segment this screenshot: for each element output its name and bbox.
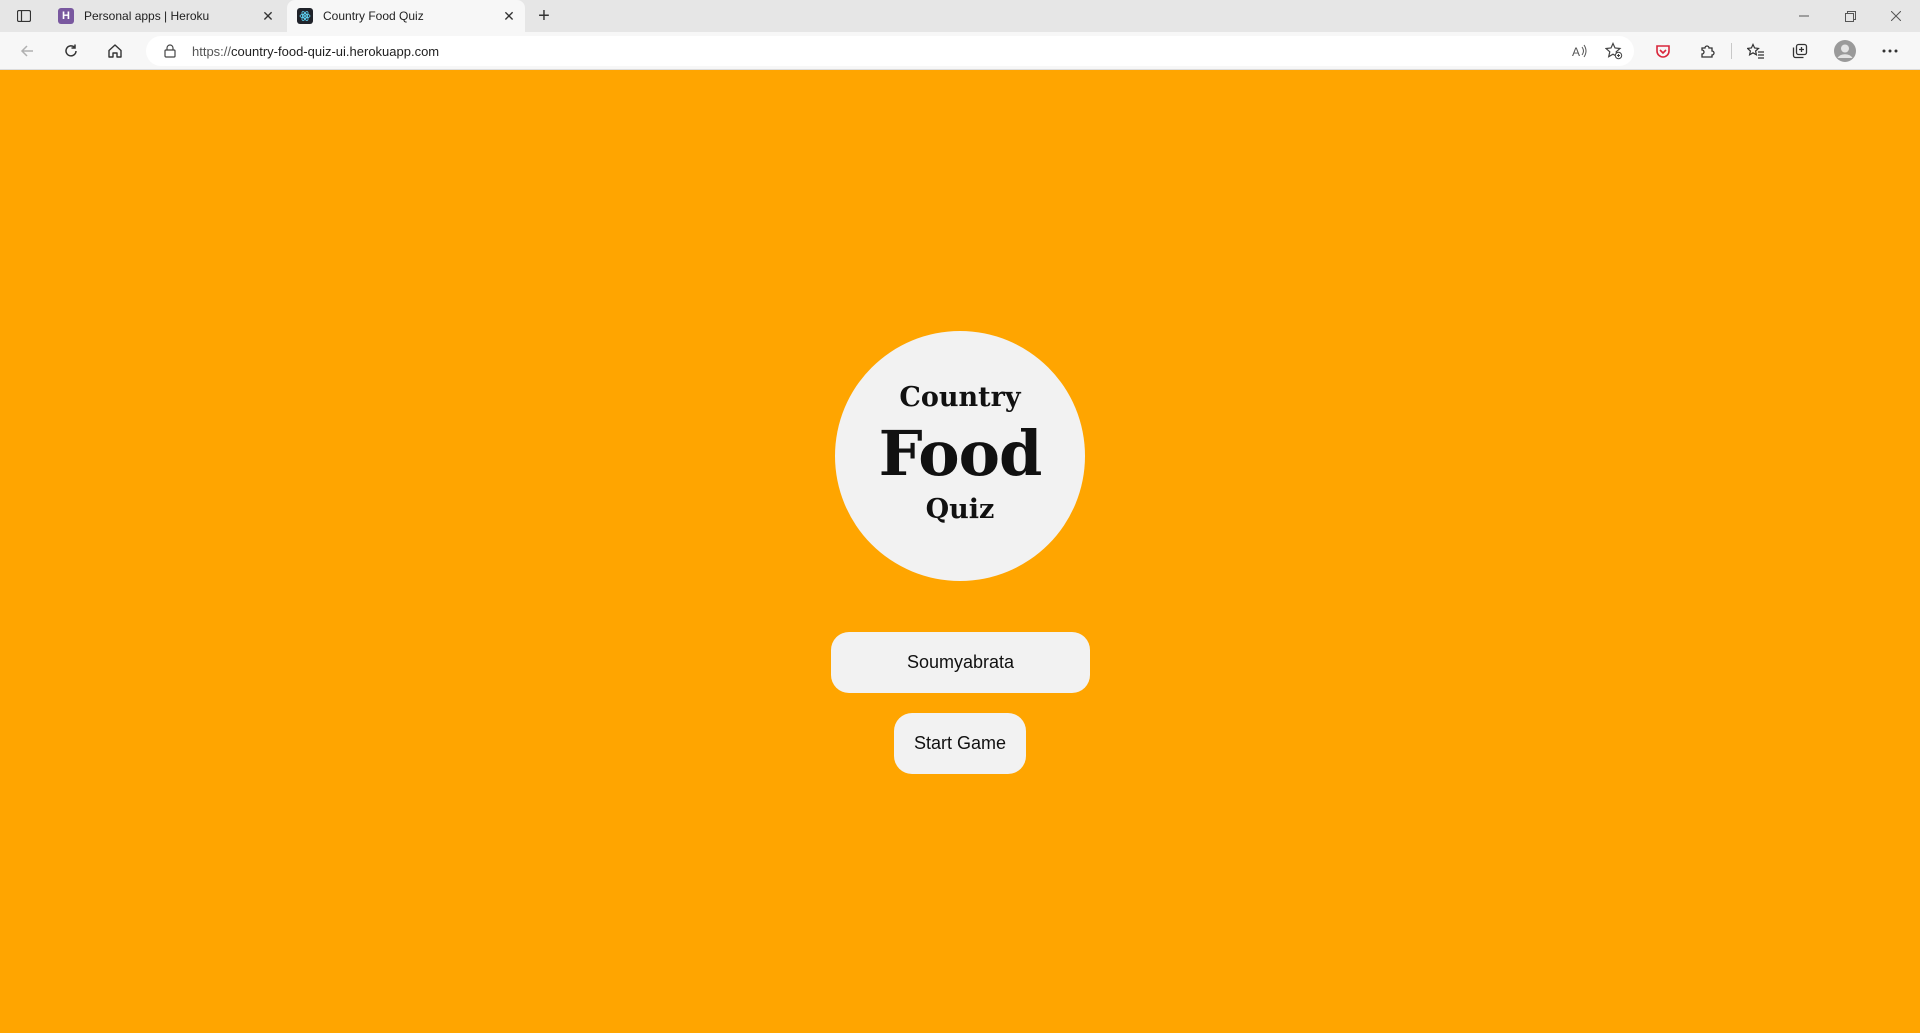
svg-text:A: A: [1572, 45, 1580, 58]
extension-shield-icon[interactable]: [1647, 37, 1679, 65]
start-game-button[interactable]: Start Game: [894, 713, 1026, 774]
close-tab-icon[interactable]: ✕: [499, 6, 519, 26]
add-favorite-icon[interactable]: [1600, 37, 1628, 65]
logo-line-quiz: Quiz: [925, 494, 995, 525]
refresh-icon[interactable]: [56, 37, 86, 65]
address-bar[interactable]: https://country-food-quiz-ui.herokuapp.c…: [146, 36, 1634, 66]
tab-title: Country Food Quiz: [323, 9, 424, 23]
new-tab-icon[interactable]: +: [530, 5, 558, 27]
tab-bar: H Personal apps | Heroku ✕ Country Food …: [0, 0, 1920, 32]
tab-country-food-quiz[interactable]: Country Food Quiz ✕: [287, 0, 525, 32]
heroku-favicon-icon: H: [58, 8, 74, 24]
toolbar-separator: [1731, 43, 1732, 59]
logo-line-country: Country: [899, 382, 1021, 413]
minimize-icon[interactable]: [1782, 0, 1826, 32]
react-favicon-icon: [297, 8, 313, 24]
favorites-icon[interactable]: [1740, 37, 1772, 65]
lock-icon[interactable]: [162, 43, 178, 59]
tab-actions-icon[interactable]: [12, 6, 36, 26]
read-aloud-icon[interactable]: A: [1566, 37, 1594, 65]
player-name-input[interactable]: [831, 632, 1090, 693]
back-icon[interactable]: [12, 37, 42, 65]
tab-personal-apps[interactable]: H Personal apps | Heroku ✕: [48, 0, 284, 32]
close-tab-icon[interactable]: ✕: [258, 6, 278, 26]
quiz-logo: Country Food Quiz: [835, 331, 1085, 581]
home-icon[interactable]: [100, 37, 130, 65]
address-toolbar: https://country-food-quiz-ui.herokuapp.c…: [0, 32, 1920, 70]
more-options-icon[interactable]: [1874, 37, 1906, 65]
profile-avatar-icon[interactable]: [1829, 37, 1861, 65]
url-text[interactable]: https://country-food-quiz-ui.herokuapp.c…: [192, 44, 1566, 59]
collections-icon[interactable]: [1784, 37, 1816, 65]
quiz-start-page: Country Food Quiz Start Game: [0, 71, 1920, 1033]
extensions-icon[interactable]: [1691, 37, 1723, 65]
tab-title: Personal apps | Heroku: [84, 9, 210, 23]
restore-icon[interactable]: [1828, 0, 1872, 32]
close-window-icon[interactable]: [1874, 0, 1918, 32]
logo-line-food: Food: [878, 417, 1043, 490]
